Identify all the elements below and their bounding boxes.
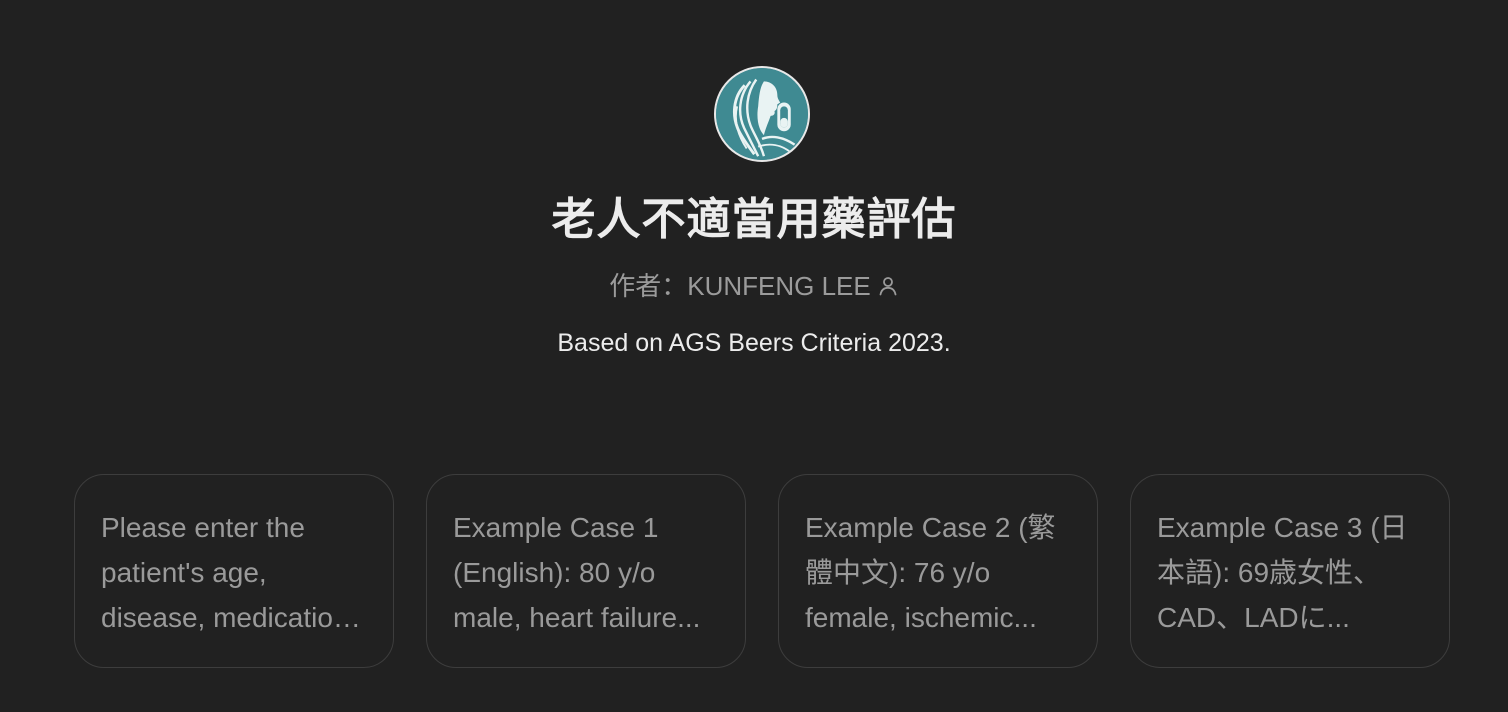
starter-text: Please enter the patient's age, disease,… xyxy=(101,512,363,633)
starter-card-4[interactable]: Example Case 3 (日本語): 69歳女性、CAD、LADに... xyxy=(1130,474,1450,668)
starter-text: Example Case 2 (繁體中文): 76 y/o female, is… xyxy=(805,512,1056,633)
author-label: 作者：KUNFENG LEE xyxy=(609,271,871,301)
gpt-description: Based on AGS Beers Criteria 2023. xyxy=(557,329,951,357)
starter-text: Example Case 1 (English): 80 y/o male, h… xyxy=(453,512,701,633)
starter-card-3[interactable]: Example Case 2 (繁體中文): 76 y/o female, is… xyxy=(778,474,1098,668)
person-icon xyxy=(877,270,899,296)
starter-text: Example Case 3 (日本語): 69歳女性、CAD、LADに... xyxy=(1157,512,1408,633)
gpt-avatar-icon xyxy=(714,66,810,162)
author-line[interactable]: 作者：KUNFENG LEE xyxy=(0,268,1508,304)
woman-pill-logo-icon xyxy=(716,68,808,160)
conversation-starters: Please enter the patient's age, disease,… xyxy=(74,474,1450,668)
starter-card-2[interactable]: Example Case 1 (English): 80 y/o male, h… xyxy=(426,474,746,668)
starter-card-1[interactable]: Please enter the patient's age, disease,… xyxy=(74,474,394,668)
gpt-landing: 老人不適當用藥評估 作者：KUNFENG LEE Based on AGS Be… xyxy=(0,0,1508,712)
gpt-title: 老人不適當用藥評估 xyxy=(551,195,957,244)
